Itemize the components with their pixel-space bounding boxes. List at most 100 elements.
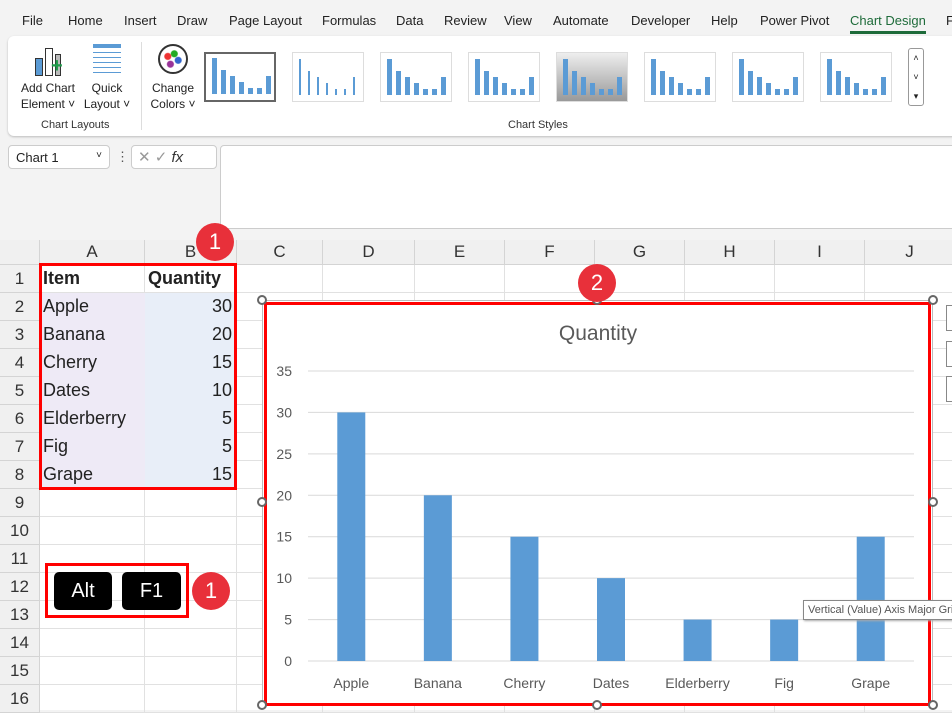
menu-view[interactable]: View <box>504 13 532 28</box>
group-chart-styles: Chart Styles <box>508 119 568 131</box>
add-chart-label-2: Element <box>20 97 65 111</box>
row-header-6[interactable]: 6 <box>0 405 40 433</box>
chart-filters-button[interactable] <box>946 376 952 402</box>
chart-style-6[interactable] <box>644 52 716 102</box>
divider <box>141 42 142 130</box>
quick-layout-button[interactable]: Quick Layout ˅ <box>82 44 132 112</box>
chart-style-8[interactable] <box>820 52 892 102</box>
cell[interactable] <box>145 657 237 685</box>
table-highlight <box>39 263 237 490</box>
resize-handle[interactable] <box>257 700 267 710</box>
tooltip: Vertical (Value) Axis Major Gridlines <box>803 600 952 620</box>
row-header-16[interactable]: 16 <box>0 685 40 713</box>
menu-help[interactable]: Help <box>711 13 738 28</box>
resize-handle[interactable] <box>257 497 267 507</box>
add-chart-element-button[interactable]: + Add Chart Element ˅ <box>18 44 78 112</box>
column-header-E[interactable]: E <box>415 240 505 265</box>
column-header-J[interactable]: J <box>865 240 952 265</box>
menu-page-layout[interactable]: Page Layout <box>229 13 302 28</box>
cell[interactable] <box>145 517 237 545</box>
cancel-icon[interactable]: ✕ <box>138 149 151 166</box>
menu-draw[interactable]: Draw <box>177 13 207 28</box>
row-header-9[interactable]: 9 <box>0 489 40 517</box>
menu-automate[interactable]: Automate <box>553 13 609 28</box>
cell[interactable] <box>237 265 323 293</box>
row-header-14[interactable]: 14 <box>0 629 40 657</box>
chart-style-1[interactable] <box>204 52 276 102</box>
menu-developer[interactable]: Developer <box>631 13 690 28</box>
row-header-3[interactable]: 3 <box>0 321 40 349</box>
menu-data[interactable]: Data <box>396 13 423 28</box>
chart-style-3[interactable] <box>380 52 452 102</box>
menu-bar: File Home Insert Draw Page Layout Formulas Dat… <box>0 0 952 36</box>
resize-handle[interactable] <box>592 700 602 710</box>
chart-style-5[interactable] <box>556 52 628 102</box>
menu-formulas[interactable]: Formulas <box>322 13 376 28</box>
cell[interactable] <box>865 265 952 293</box>
row-header-1[interactable]: 1 <box>0 265 40 293</box>
cell[interactable] <box>685 265 775 293</box>
resize-handle[interactable] <box>928 295 938 305</box>
row-header-5[interactable]: 5 <box>0 377 40 405</box>
enter-icon[interactable]: ✓ <box>155 149 168 166</box>
menu-power-pivot[interactable]: Power Pivot <box>760 13 829 28</box>
row-header-11[interactable]: 11 <box>0 545 40 573</box>
row-header-2[interactable]: 2 <box>0 293 40 321</box>
name-box-value: Chart 1 <box>16 150 59 165</box>
row-header-10[interactable]: 10 <box>0 517 40 545</box>
row-header-12[interactable]: 12 <box>0 573 40 601</box>
cell[interactable] <box>145 685 237 713</box>
row-header-8[interactable]: 8 <box>0 461 40 489</box>
cell[interactable] <box>415 265 505 293</box>
chevron-down-icon: ˅ <box>96 150 102 161</box>
menu-f[interactable]: F <box>946 13 952 28</box>
column-header-D[interactable]: D <box>323 240 415 265</box>
column-header-I[interactable]: I <box>775 240 865 265</box>
key-alt: Alt <box>54 572 112 610</box>
cell[interactable] <box>145 629 237 657</box>
chart-styles-button[interactable] <box>946 341 952 367</box>
styles-scroll[interactable]: ˄ ˅ ▾ <box>908 48 924 106</box>
quick-layout-icon <box>93 44 121 76</box>
column-header-C[interactable]: C <box>237 240 323 265</box>
cell[interactable] <box>40 517 145 545</box>
cell[interactable] <box>40 489 145 517</box>
row-header-13[interactable]: 13 <box>0 601 40 629</box>
palette-icon <box>158 44 188 74</box>
resize-handle[interactable] <box>928 497 938 507</box>
formula-bar[interactable] <box>220 145 952 229</box>
insert-function-button[interactable]: fx <box>172 149 184 166</box>
menu-chart-design[interactable]: Chart Design <box>850 13 926 34</box>
menu-insert[interactable]: Insert <box>124 13 157 28</box>
resize-handle[interactable] <box>257 295 267 305</box>
change-colors-button[interactable]: Change Colors ˅ <box>148 44 198 112</box>
cell[interactable] <box>775 265 865 293</box>
chart-style-2[interactable] <box>292 52 364 102</box>
menu-file[interactable]: File <box>22 13 43 28</box>
cell[interactable] <box>40 685 145 713</box>
cell[interactable] <box>40 629 145 657</box>
row-header-7[interactable]: 7 <box>0 433 40 461</box>
resize-handle[interactable] <box>928 700 938 710</box>
column-header-A[interactable]: A <box>40 240 145 265</box>
cell[interactable] <box>323 265 415 293</box>
add-chart-icon: + <box>33 44 63 76</box>
column-header-G[interactable]: G <box>595 240 685 265</box>
chart-elements-button[interactable] <box>946 305 952 331</box>
formula-buttons: ✕ ✓ fx <box>131 145 217 169</box>
cell[interactable] <box>145 489 237 517</box>
chart-style-4[interactable] <box>468 52 540 102</box>
menu-review[interactable]: Review <box>444 13 487 28</box>
row-header-4[interactable]: 4 <box>0 349 40 377</box>
more-icon: ⋮ <box>116 149 129 164</box>
select-all-corner[interactable] <box>0 240 40 265</box>
column-header-H[interactable]: H <box>685 240 775 265</box>
chart-style-7[interactable] <box>732 52 804 102</box>
row-header-15[interactable]: 15 <box>0 657 40 685</box>
group-chart-layouts: Chart Layouts <box>41 119 110 131</box>
name-box[interactable]: Chart 1 ˅ <box>8 145 110 169</box>
column-header-F[interactable]: F <box>505 240 595 265</box>
quick-layout-label: Quick <box>91 81 123 95</box>
menu-home[interactable]: Home <box>68 13 103 28</box>
cell[interactable] <box>40 657 145 685</box>
